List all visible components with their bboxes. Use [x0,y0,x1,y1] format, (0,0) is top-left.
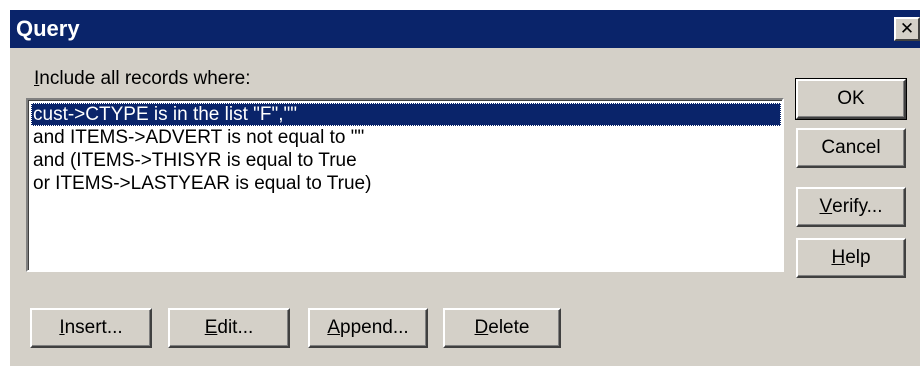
title-bar[interactable]: Query ✕ [10,10,920,48]
delete-mnemonic: D [474,317,489,338]
delete-button[interactable]: Delete [443,308,561,348]
verify-button[interactable]: Verify... [796,187,906,227]
delete-label: elete [488,317,530,338]
criteria-listbox[interactable]: cust->CTYPE is in the list "F","" and IT… [26,98,784,272]
help-label: elp [845,247,871,268]
insert-button[interactable]: Insert... [30,308,152,348]
list-item[interactable]: cust->CTYPE is in the list "F","" [31,103,781,126]
close-icon: ✕ [899,19,915,39]
list-item[interactable]: and (ITEMS->THISYR is equal to True [31,149,357,172]
include-records-label: Include all records where: [34,67,251,91]
edit-label: dit... [217,317,254,338]
ok-label: OK [837,88,865,109]
help-mnemonic: H [831,247,846,268]
query-dialog: Query ✕ Include all records where: cust-… [10,10,920,366]
list-item[interactable]: and ITEMS->ADVERT is not equal to "" [31,126,364,149]
verify-mnemonic: V [819,196,833,217]
help-button[interactable]: Help [796,238,906,278]
close-button[interactable]: ✕ [894,17,920,41]
window-title: Query [16,16,80,41]
verify-label: erify... [832,196,883,217]
append-button[interactable]: Append... [308,308,428,348]
append-mnemonic: A [327,317,340,338]
ok-button[interactable]: OK [795,78,907,120]
label-rest: nclude all records where: [39,68,251,89]
cancel-button[interactable]: Cancel [796,128,906,168]
cancel-label: Cancel [821,137,881,158]
edit-mnemonic: E [204,317,218,338]
append-label: ppend... [340,317,409,338]
edit-button[interactable]: Edit... [168,308,290,348]
list-item[interactable]: or ITEMS->LASTYEAR is equal to True) [31,172,371,195]
insert-label: nsert... [64,317,123,338]
